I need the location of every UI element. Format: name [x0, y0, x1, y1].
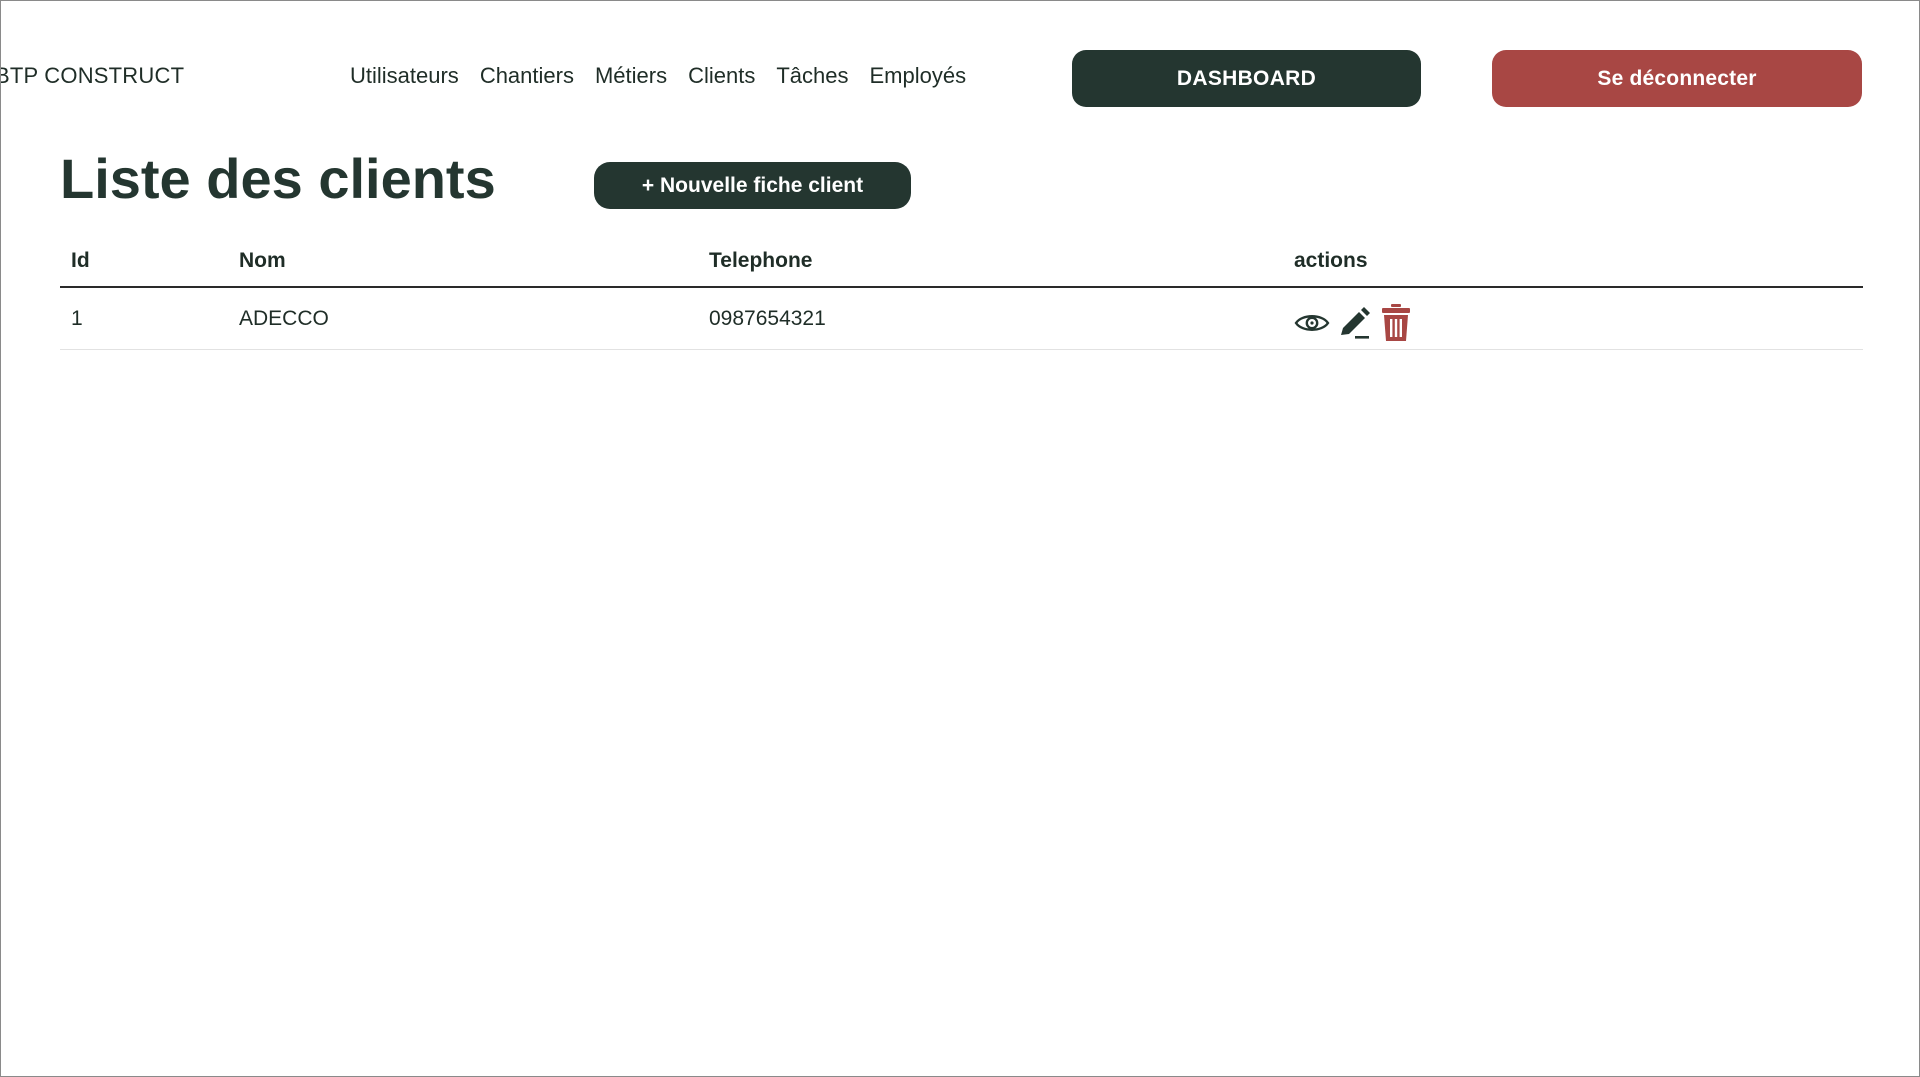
nav-item-clients[interactable]: Clients: [688, 63, 755, 89]
cell-telephone: 0987654321: [698, 287, 1283, 350]
cell-nom: ADECCO: [228, 287, 698, 350]
nav-item-taches[interactable]: Tâches: [776, 63, 848, 89]
cell-actions: [1283, 287, 1863, 350]
main-nav: Utilisateurs Chantiers Métiers Clients T…: [350, 63, 987, 89]
column-header-telephone: Telephone: [698, 236, 1283, 288]
page-title: Liste des clients: [60, 147, 496, 210]
table-header-row: Id Nom Telephone actions: [60, 236, 1863, 288]
app-window: BTP CONSTRUCT Utilisateurs Chantiers Mét…: [0, 0, 1920, 1077]
nav-item-metiers[interactable]: Métiers: [595, 63, 667, 89]
clients-table: Id Nom Telephone actions 1 ADECCO 098765…: [60, 236, 1863, 350]
column-header-nom: Nom: [228, 236, 698, 288]
row-actions: [1294, 296, 1863, 342]
eye-icon[interactable]: [1294, 304, 1330, 342]
column-header-id: Id: [60, 236, 228, 288]
brand-logo-text[interactable]: BTP CONSTRUCT: [1, 63, 184, 89]
table-row: 1 ADECCO 0987654321: [60, 287, 1863, 350]
dashboard-button[interactable]: DASHBOARD: [1072, 50, 1421, 107]
trash-icon[interactable]: [1378, 303, 1414, 342]
pencil-icon[interactable]: [1336, 304, 1372, 342]
logout-button[interactable]: Se déconnecter: [1492, 50, 1862, 107]
clients-table-container: Id Nom Telephone actions 1 ADECCO 098765…: [60, 236, 1863, 350]
cell-id: 1: [60, 287, 228, 350]
column-header-actions: actions: [1283, 236, 1863, 288]
nav-item-utilisateurs[interactable]: Utilisateurs: [350, 63, 459, 89]
new-client-button[interactable]: + Nouvelle fiche client: [594, 162, 911, 209]
nav-item-chantiers[interactable]: Chantiers: [480, 63, 574, 89]
nav-item-employes[interactable]: Employés: [870, 63, 967, 89]
